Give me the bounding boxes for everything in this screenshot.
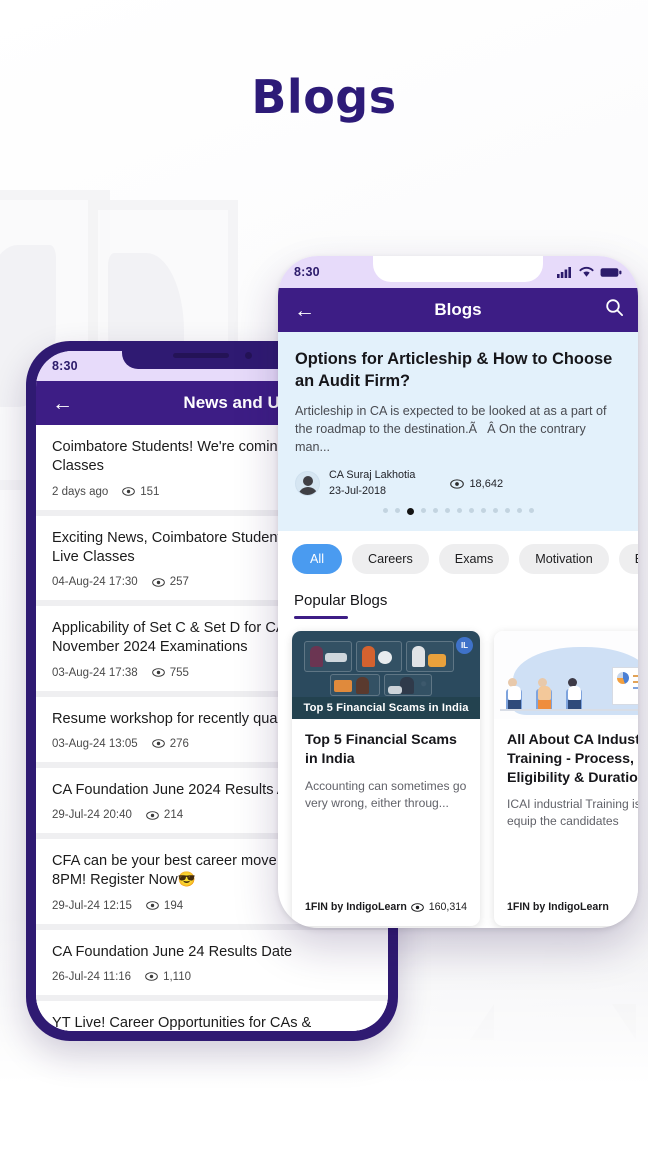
- battery-icon: [600, 267, 622, 277]
- news-date: 03-Aug-24 13:05: [52, 737, 138, 750]
- news-headline: CA Foundation June 24 Results Date: [52, 943, 293, 960]
- blog-card-body: Top 5 Financial Scams in India Accountin…: [292, 719, 480, 901]
- carousel-dot[interactable]: [382, 508, 388, 514]
- avatar: [295, 471, 320, 497]
- arrow-left-icon[interactable]: ←: [52, 393, 73, 414]
- search-icon[interactable]: [605, 298, 624, 322]
- blog-card-footer: 1FIN by IndigoLearn: [494, 901, 638, 926]
- featured-blog-views: 18,642: [450, 478, 503, 490]
- carousel-dot[interactable]: [432, 508, 438, 514]
- status-icons: [557, 266, 622, 278]
- news-views: 276: [151, 738, 189, 750]
- front-camera-icon: [244, 351, 252, 359]
- blog-card-excerpt: Accounting can sometimes go very wrong, …: [305, 778, 467, 810]
- eye-icon: [146, 810, 159, 820]
- news-meta: 26-Jul-24 11:16 1,110: [52, 971, 372, 983]
- blog-thumbnail-caption: Top 5 Financial Scams in India: [292, 697, 480, 720]
- featured-blog-date: 23-Jul-2018: [329, 484, 387, 497]
- list-item[interactable]: YT Live! Career Opportunities for CAs &S…: [36, 1000, 388, 1031]
- blog-card-body: All About CA Industrial Training - Proce…: [494, 719, 638, 901]
- list-item[interactable]: CA Foundation June 24 Results Date 26-Ju…: [36, 929, 388, 995]
- carousel-dot[interactable]: [394, 508, 400, 514]
- popular-blogs-carousel[interactable]: IL Top 5 Financial Scams in India Top 5 …: [278, 619, 638, 927]
- eye-icon: [146, 901, 159, 910]
- news-date: 29-Jul-24 20:40: [52, 809, 132, 821]
- carousel-dot[interactable]: [492, 508, 498, 514]
- popular-blogs-header: Popular Blogs: [278, 580, 638, 620]
- featured-blog-author-row: CA Suraj Lakhotia 23-Jul-2018 18,642: [295, 468, 621, 499]
- blog-card-excerpt: ICAI industrial Training is to equip the…: [507, 797, 638, 829]
- eye-icon: [450, 479, 465, 489]
- carousel-dot[interactable]: [528, 508, 534, 514]
- arrow-left-icon[interactable]: ←: [294, 300, 315, 321]
- blog-card-source: 1FIN by IndigoLearn: [305, 901, 407, 914]
- blog-card-footer: 1FIN by IndigoLearn 160,314: [292, 901, 480, 926]
- featured-blog-title: Options for Articleship & How to Choose …: [295, 350, 613, 391]
- eye-icon: [122, 487, 136, 496]
- page-title: Blogs: [251, 70, 397, 124]
- featured-blog-author: CA Suraj Lakhotia 23-Jul-2018: [329, 468, 415, 499]
- news-views: 755: [151, 667, 189, 679]
- carousel-dot-active[interactable]: [406, 508, 414, 516]
- eye-icon: [151, 739, 165, 749]
- carousel-dot[interactable]: [444, 508, 450, 514]
- blog-card[interactable]: All About CA Industrial Training - Proce…: [494, 631, 638, 927]
- chip-all[interactable]: All: [292, 544, 342, 575]
- wifi-icon: [579, 266, 594, 277]
- news-date: 04-Aug-24 17:30: [52, 576, 138, 588]
- blog-card-title: All About CA Industrial Training - Proce…: [507, 732, 638, 786]
- eye-icon: [151, 577, 165, 587]
- phone-notch: [373, 256, 543, 282]
- app-bar-title: Blogs: [434, 300, 482, 319]
- carousel-dot[interactable]: [516, 508, 522, 514]
- blog-thumbnail-scams: IL Top 5 Financial Scams in India: [292, 631, 480, 720]
- news-headline: YT Live! Career Opportunities for CAs &S…: [52, 1014, 312, 1031]
- carousel-dot[interactable]: [420, 508, 426, 514]
- blog-card-title: Top 5 Financial Scams in India: [305, 732, 457, 767]
- status-time: 8:30: [52, 359, 78, 373]
- carousel-dot[interactable]: [504, 508, 510, 514]
- carousel-dot[interactable]: [468, 508, 474, 514]
- app-bar-blogs: ← Blogs: [278, 288, 638, 332]
- blog-card[interactable]: IL Top 5 Financial Scams in India Top 5 …: [292, 631, 480, 927]
- news-date: 2 days ago: [52, 485, 109, 498]
- news-views: 1,110: [145, 971, 191, 983]
- blog-thumbnail-industrial-training: [494, 631, 638, 720]
- news-views: 151: [122, 486, 159, 498]
- news-date: 29-Jul-24 12:15: [52, 899, 132, 912]
- news-date: 03-Aug-24 17:38: [52, 666, 138, 679]
- signal-bars-icon: [557, 267, 571, 278]
- chip-exams[interactable]: Exams: [438, 544, 510, 575]
- phone-notch: [122, 351, 302, 369]
- chip-exam[interactable]: Exam: [618, 544, 638, 575]
- carousel-dot[interactable]: [480, 508, 486, 514]
- carousel-dot[interactable]: [456, 508, 462, 514]
- chip-motivation[interactable]: Motivation: [519, 544, 609, 575]
- eye-icon: [145, 972, 158, 982]
- news-views: 257: [151, 576, 189, 588]
- chip-careers[interactable]: Careers: [352, 544, 429, 575]
- eye-icon: [410, 902, 424, 912]
- status-bar-front: 8:30: [278, 256, 638, 288]
- eye-icon: [151, 668, 165, 677]
- phone-mockup-blogs: 8:30 ← Blogs Options for Articleship & H…: [278, 256, 638, 928]
- status-time: 8:30: [294, 265, 320, 279]
- featured-blog-card[interactable]: Options for Articleship & How to Choose …: [278, 332, 638, 532]
- news-date: 26-Jul-24 11:16: [52, 970, 132, 983]
- news-views: 194: [146, 900, 183, 912]
- featured-blog-excerpt: Articleship in CA is expected to be look…: [295, 403, 607, 455]
- blog-card-views: 160,314: [410, 901, 467, 913]
- carousel-dots[interactable]: [295, 499, 621, 523]
- category-filter-chips[interactable]: All Careers Exams Motivation Exam: [278, 531, 638, 581]
- blog-card-source: 1FIN by IndigoLearn: [507, 901, 609, 914]
- section-title: Popular Blogs: [294, 592, 388, 610]
- news-views: 214: [146, 809, 183, 821]
- speaker-grille-icon: [172, 352, 229, 358]
- indigolearn-badge: IL: [456, 637, 473, 655]
